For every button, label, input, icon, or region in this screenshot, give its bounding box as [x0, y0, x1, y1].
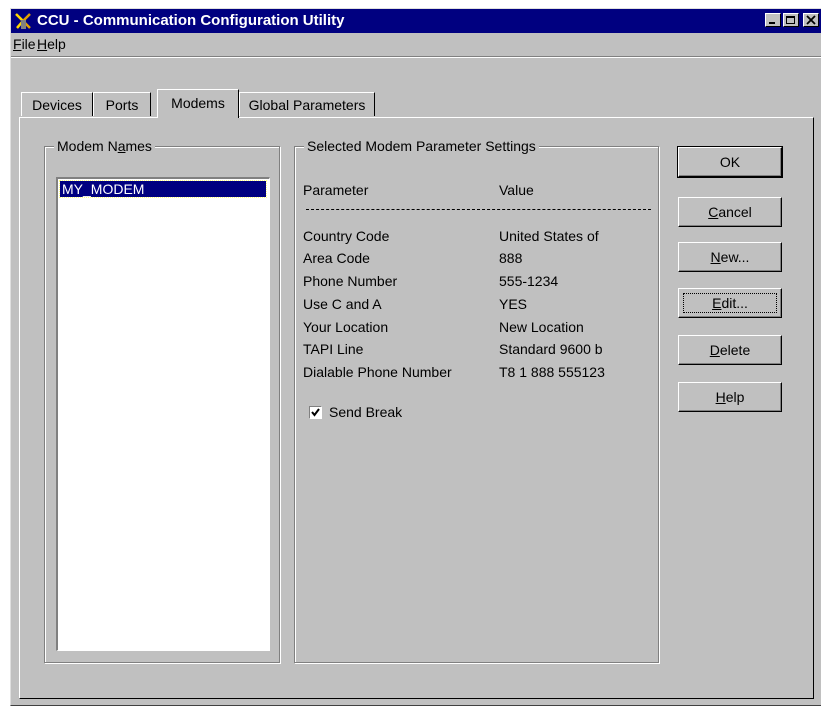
menu-separator: [11, 56, 821, 58]
value-phone-number: 555-1234: [499, 273, 559, 289]
tab-global-parameters[interactable]: Global Parameters: [239, 92, 375, 116]
list-item[interactable]: MY_MODEM: [59, 180, 267, 198]
tab-devices[interactable]: Devices: [21, 92, 93, 116]
value-tapi-line: Standard 9600 b: [499, 341, 603, 357]
modems-tab-page: Modem Names MY_MODEM Selected Modem Para…: [19, 117, 814, 699]
param-use-c-and-a: Use C and A: [303, 296, 382, 312]
menu-help[interactable]: Help: [37, 36, 66, 52]
menu-bar: File Help: [11, 34, 821, 54]
send-break-checkbox[interactable]: [309, 406, 322, 419]
modem-settings-group: Selected Modem Parameter Settings Parame…: [294, 138, 659, 663]
value-use-c-and-a: YES: [499, 296, 528, 312]
main-window: CCU - Communication Configuration Utilit…: [10, 8, 821, 706]
value-dialable-phone-number: T8 1 888 555123: [499, 364, 605, 380]
modem-names-group: Modem Names MY_MODEM: [44, 138, 280, 663]
title-bar[interactable]: CCU - Communication Configuration Utilit…: [11, 9, 821, 33]
window-title: CCU - Communication Configuration Utilit…: [37, 12, 345, 29]
tab-ports[interactable]: Ports: [93, 92, 151, 116]
value-header: Value: [499, 182, 534, 198]
header-divider: [306, 209, 651, 210]
value-country-code: United States of: [499, 228, 599, 244]
param-area-code: Area Code: [303, 250, 370, 266]
modem-names-list[interactable]: MY_MODEM: [56, 177, 270, 651]
app-icon[interactable]: [14, 11, 34, 31]
param-phone-number: Phone Number: [303, 273, 398, 289]
close-button[interactable]: [803, 13, 819, 27]
tab-modems[interactable]: Modems: [157, 89, 239, 118]
param-tapi-line: TAPI Line: [303, 341, 364, 357]
parameter-header: Parameter: [303, 182, 369, 198]
param-your-location: Your Location: [303, 319, 389, 335]
checkmark-icon: [311, 408, 320, 417]
menu-file[interactable]: File: [13, 36, 36, 52]
send-break-label[interactable]: Send Break: [329, 404, 402, 420]
minimize-button[interactable]: [765, 13, 781, 27]
modem-settings-legend: Selected Modem Parameter Settings: [304, 138, 539, 154]
value-your-location: New Location: [499, 319, 584, 335]
param-dialable-phone-number: Dialable Phone Number: [303, 364, 452, 380]
value-area-code: 888: [499, 250, 523, 266]
modem-names-legend: Modem Names: [54, 138, 155, 154]
param-country-code: Country Code: [303, 228, 390, 244]
maximize-button[interactable]: [783, 13, 799, 27]
